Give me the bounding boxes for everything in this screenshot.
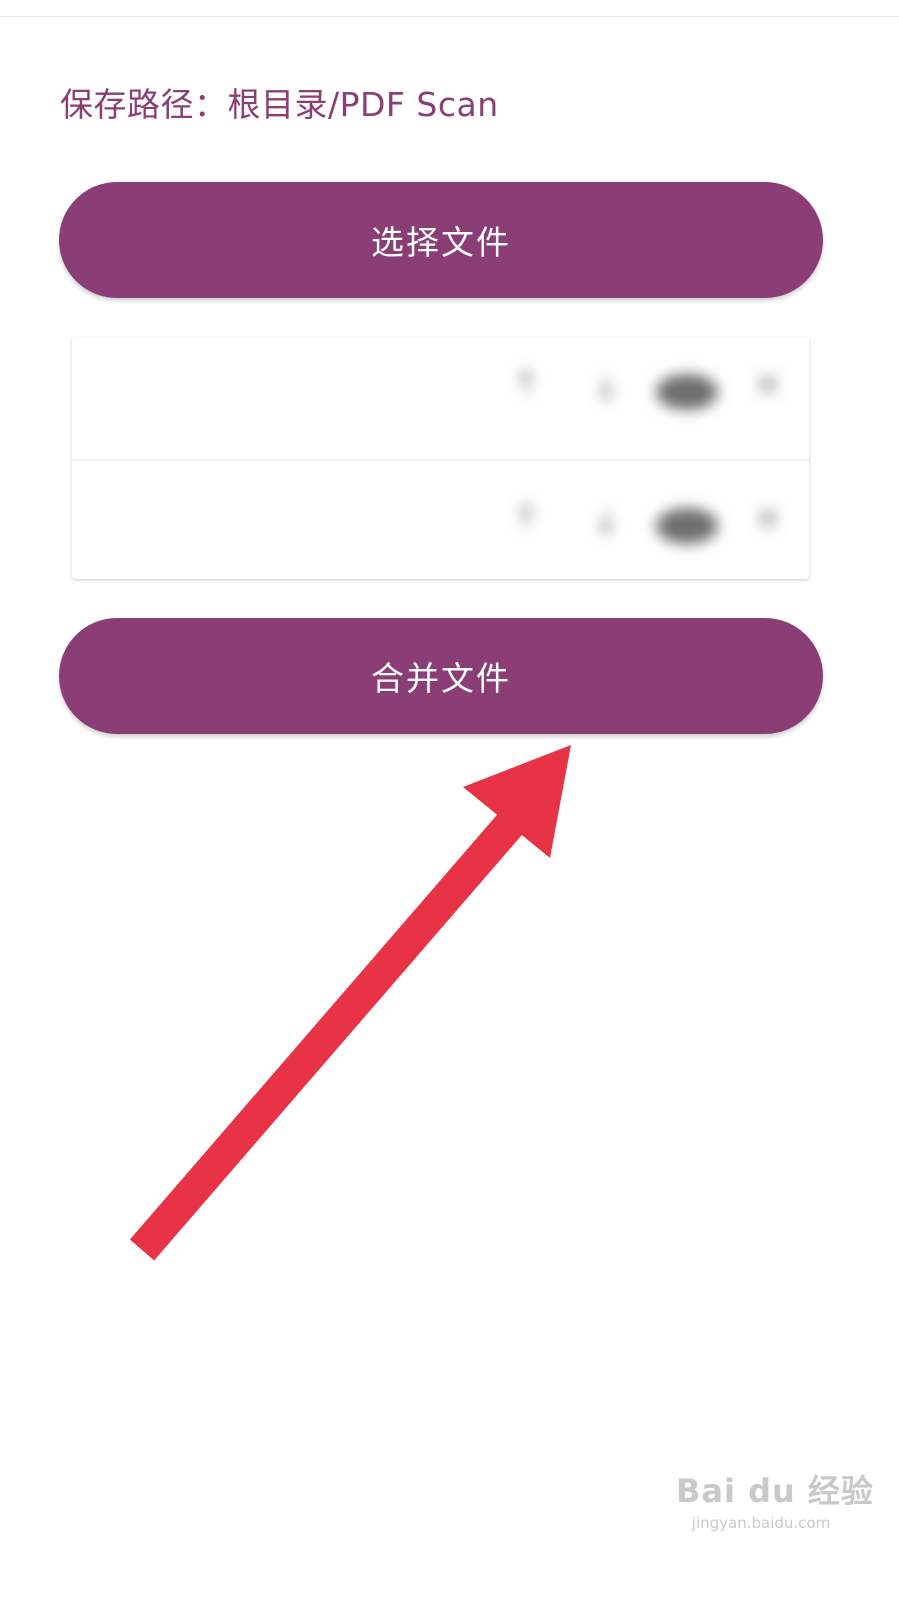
annotation-arrow <box>129 745 571 1261</box>
baidu-jingyan-watermark: Bai du 经验 jingyan.baidu.com <box>676 1466 874 1532</box>
watermark-logo: Bai du 经验 <box>676 1472 874 1510</box>
arrow-shaft <box>129 804 531 1261</box>
watermark-url: jingyan.baidu.com <box>691 1514 831 1532</box>
screen: 保存路径：根目录/PDF Scan 选择文件 ↑ ↓ ✕ ↑ ↓ ✕ 合并文件 … <box>0 0 899 1600</box>
